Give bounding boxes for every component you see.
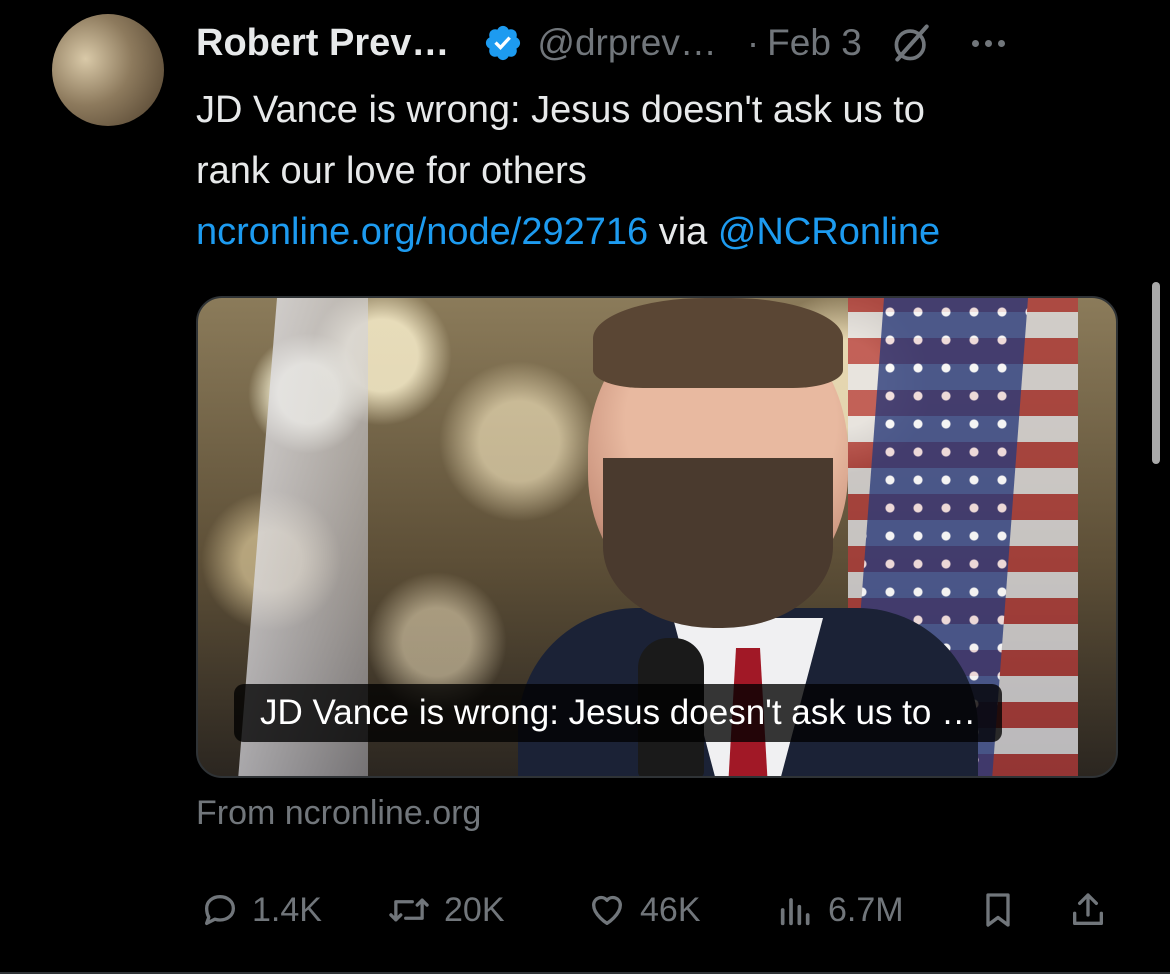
grok-icon[interactable] xyxy=(890,21,934,65)
more-icon[interactable] xyxy=(971,39,1005,47)
reply-button[interactable]: 1.4K xyxy=(200,880,322,940)
tweet-date[interactable]: Feb 3 xyxy=(767,22,862,64)
like-count: 46K xyxy=(640,890,701,929)
card-image-hair xyxy=(593,298,843,388)
tweet-text-line-1: JD Vance is wrong: Jesus doesn't ask us … xyxy=(196,89,925,131)
tweet-text: JD Vance is wrong: Jesus doesn't ask us … xyxy=(196,80,1116,263)
tweet-header: Robert Prev… @drprev… · Feb 3 xyxy=(196,18,1126,68)
card-image-beard xyxy=(603,458,833,628)
author-handle[interactable]: @drprev… xyxy=(537,22,716,64)
reply-count: 1.4K xyxy=(252,890,322,929)
share-button[interactable] xyxy=(1068,880,1108,940)
tweet-text-line-2: rank our love for others xyxy=(196,150,587,192)
mention-link[interactable]: @NCRonline xyxy=(718,211,940,253)
share-icon xyxy=(1073,893,1103,925)
verified-badge-icon xyxy=(486,25,521,61)
card-source[interactable]: From ncronline.org xyxy=(196,794,481,833)
views-icon xyxy=(780,898,810,926)
views-count: 6.7M xyxy=(828,890,904,929)
tweet: Robert Prev… @drprev… · Feb 3 JD Vance i… xyxy=(0,0,1170,974)
article-link[interactable]: ncronline.org/node/292716 xyxy=(196,211,648,253)
tweet-text-line-3: ncronline.org/node/292716 via @NCRonline xyxy=(196,202,1116,263)
scrollbar[interactable] xyxy=(1152,282,1160,464)
like-button[interactable]: 46K xyxy=(586,880,701,940)
repost-count: 20K xyxy=(444,890,505,929)
reply-icon xyxy=(205,895,235,925)
link-preview-card[interactable]: JD Vance is wrong: Jesus doesn't ask us … xyxy=(196,296,1118,778)
bookmark-icon xyxy=(986,893,1010,927)
header-separator: · xyxy=(746,22,760,63)
author-name[interactable]: Robert Prev… xyxy=(196,22,449,65)
like-icon xyxy=(592,895,622,925)
via-text: via xyxy=(648,211,718,253)
repost-icon xyxy=(389,898,429,922)
repost-button[interactable]: 20K xyxy=(386,880,505,940)
card-title: JD Vance is wrong: Jesus doesn't ask us … xyxy=(234,684,1003,742)
avatar[interactable] xyxy=(52,14,164,126)
action-bar: 1.4K 20K 46K 6.7M xyxy=(196,880,1126,940)
bookmark-button[interactable] xyxy=(978,880,1018,940)
views-button[interactable]: 6.7M xyxy=(776,880,904,940)
